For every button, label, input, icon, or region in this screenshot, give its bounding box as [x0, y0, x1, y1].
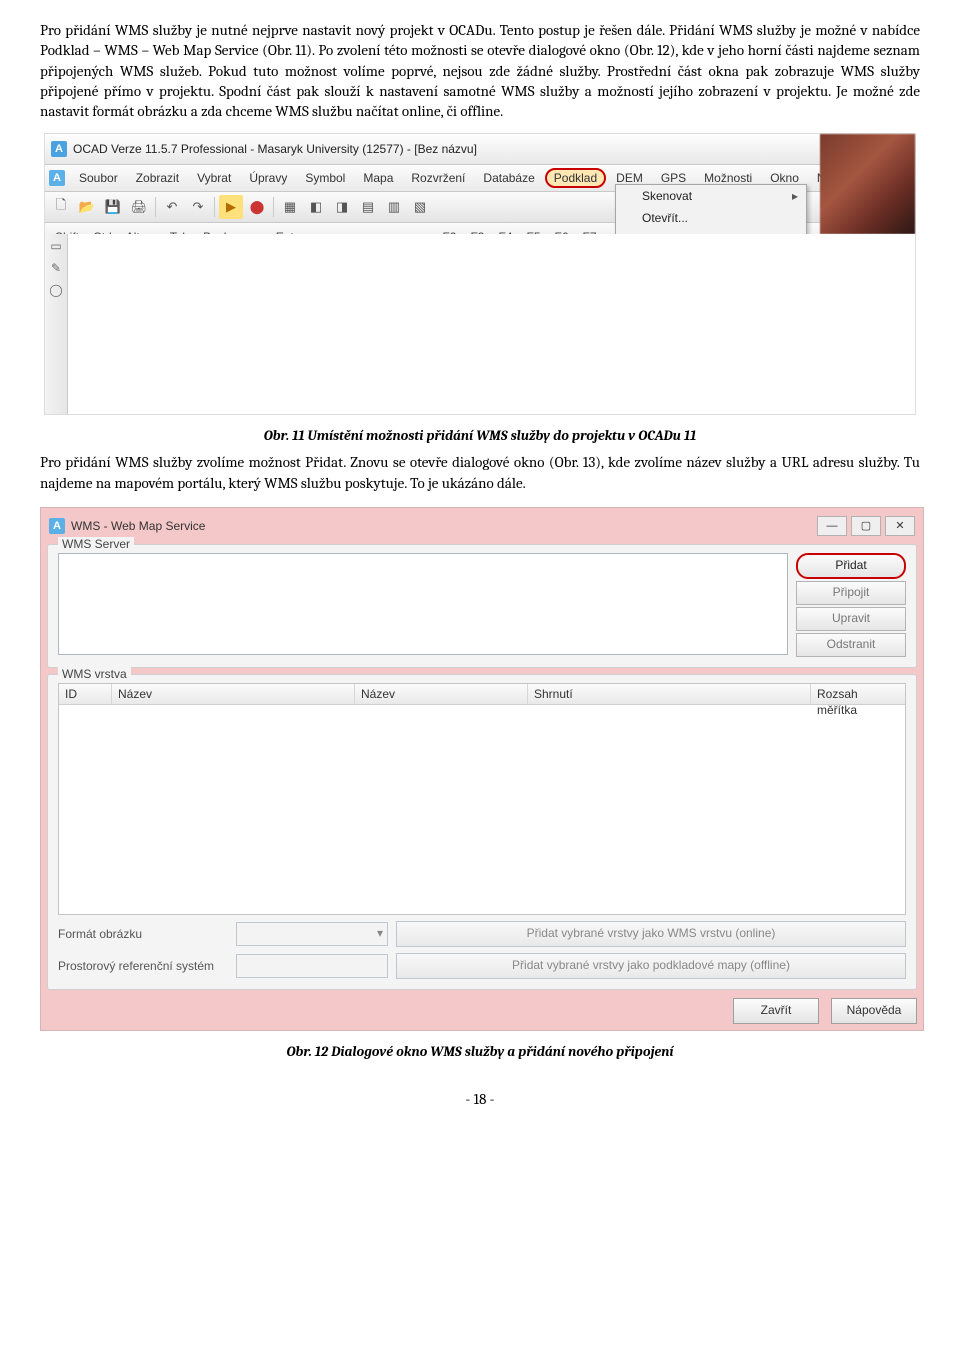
menu-logo-icon: A — [49, 170, 65, 186]
menu-item-podklad[interactable]: Podklad — [545, 168, 606, 188]
dropdown-arrow-icon: ▾ — [377, 926, 383, 940]
add-offline-button[interactable]: Přidat vybrané vrstvy jako podkladové ma… — [396, 953, 906, 979]
col-nazev2[interactable]: Název — [355, 684, 528, 704]
label: Skenovat — [642, 189, 692, 203]
pripojit-button[interactable]: Připojit — [796, 581, 906, 605]
srs-select[interactable] — [236, 954, 388, 978]
tool-icon[interactable]: ▧ — [408, 195, 432, 219]
page-number: - 18 - — [40, 1090, 920, 1108]
tool-icon[interactable]: ✎ — [46, 258, 66, 278]
screenshot-ocad-menu: A OCAD Verze 11.5.7 Professional - Masar… — [44, 133, 916, 415]
wms-server-group: WMS Server Přidat Připojit Upravit Odstr… — [47, 544, 917, 668]
record-icon[interactable]: ⬤ — [245, 195, 269, 219]
paragraph-2: Pro přidání WMS služby zvolíme možnost P… — [40, 452, 920, 493]
menu-item[interactable]: Mapa — [355, 169, 401, 187]
play-icon[interactable]: ▶ — [219, 195, 243, 219]
format-select[interactable]: ▾ — [236, 922, 388, 946]
decorative-photo — [820, 134, 915, 234]
group-label: WMS vrstva — [58, 667, 131, 681]
undo-icon[interactable]: ↶ — [160, 195, 184, 219]
col-id[interactable]: ID — [59, 684, 112, 704]
dialog-logo-icon: A — [49, 518, 65, 534]
new-file-icon[interactable]: 🗋 — [49, 195, 73, 219]
side-toolbar: ▭ ✎ ◯ — [45, 234, 68, 414]
odstranit-button[interactable]: Odstranit — [796, 633, 906, 657]
layer-table-header: ID Název Název Shrnutí Rozsah měřítka — [59, 684, 905, 705]
dialog-title: WMS - Web Map Service — [71, 519, 205, 533]
add-online-button[interactable]: Přidat vybrané vrstvy jako WMS vrstvu (o… — [396, 921, 906, 947]
figure-caption-12: Obr. 12 Dialogové okno WMS služby a přid… — [40, 1043, 920, 1060]
separator — [214, 197, 215, 217]
group-label: WMS Server — [58, 537, 134, 551]
col-shrnuti[interactable]: Shrnutí — [528, 684, 811, 704]
srs-label: Prostorový referenční systém — [58, 959, 228, 973]
menu-skenovat[interactable]: Skenovat ▸ — [616, 185, 806, 207]
wms-vrstva-group: WMS vrstva ID Název Název Shrnutí Rozsah… — [47, 674, 917, 990]
col-rozsah[interactable]: Rozsah měřítka — [811, 684, 905, 704]
menu-item[interactable]: Vybrat — [189, 169, 239, 187]
maximize-icon[interactable]: ▢ — [851, 516, 881, 536]
dialog-title-bar: A WMS - Web Map Service — ▢ ✕ — [47, 514, 917, 538]
submenu-arrow-icon: ▸ — [792, 189, 798, 203]
layer-table[interactable]: ID Název Název Shrnutí Rozsah měřítka — [58, 683, 906, 915]
help-button[interactable]: Nápověda — [831, 998, 917, 1024]
menu-item[interactable]: Soubor — [71, 169, 126, 187]
screenshot-wms-dialog: A WMS - Web Map Service — ▢ ✕ WMS Server… — [40, 507, 924, 1031]
close-icon[interactable]: ✕ — [885, 516, 915, 536]
canvas-area: ▭ ✎ ◯ — [45, 234, 915, 414]
menu-item[interactable]: Databáze — [475, 169, 542, 187]
separator — [273, 197, 274, 217]
menu-item[interactable]: Úpravy — [241, 169, 295, 187]
window-title-bar: A OCAD Verze 11.5.7 Professional - Masar… — [45, 134, 915, 165]
app-logo-icon: A — [51, 141, 67, 157]
window-title: OCAD Verze 11.5.7 Professional - Masaryk… — [73, 142, 477, 156]
redo-icon[interactable]: ↷ — [186, 195, 210, 219]
menu-item[interactable]: Symbol — [297, 169, 353, 187]
tool-icon[interactable]: ▭ — [46, 236, 66, 256]
open-file-icon[interactable]: 📂 — [75, 195, 99, 219]
tool-icon[interactable]: ◨ — [330, 195, 354, 219]
server-listbox[interactable] — [58, 553, 788, 655]
tool-icon[interactable]: ◧ — [304, 195, 328, 219]
tool-icon[interactable]: ▦ — [278, 195, 302, 219]
label: Otevřít... — [642, 211, 688, 225]
minimize-icon[interactable]: — — [817, 516, 847, 536]
menu-otevrit[interactable]: Otevřít... — [616, 207, 806, 229]
tool-icon[interactable]: ▤ — [356, 195, 380, 219]
format-label: Formát obrázku — [58, 927, 228, 941]
figure-caption-11: Obr. 11 Umístění možnosti přidání WMS sl… — [40, 427, 920, 444]
paragraph-1: Pro přidání WMS služby je nutné nejprve … — [40, 20, 920, 121]
menu-item[interactable]: Rozvržení — [403, 169, 473, 187]
separator — [155, 197, 156, 217]
upravit-button[interactable]: Upravit — [796, 607, 906, 631]
menu-item[interactable]: Zobrazit — [128, 169, 187, 187]
col-nazev[interactable]: Název — [112, 684, 355, 704]
tool-icon[interactable]: ◯ — [46, 280, 66, 300]
pridat-button[interactable]: Přidat — [796, 553, 906, 579]
print-icon[interactable]: 🖨 — [127, 195, 151, 219]
save-icon[interactable]: 💾 — [101, 195, 125, 219]
tool-icon[interactable]: ▥ — [382, 195, 406, 219]
close-button[interactable]: Zavřít — [733, 998, 819, 1024]
